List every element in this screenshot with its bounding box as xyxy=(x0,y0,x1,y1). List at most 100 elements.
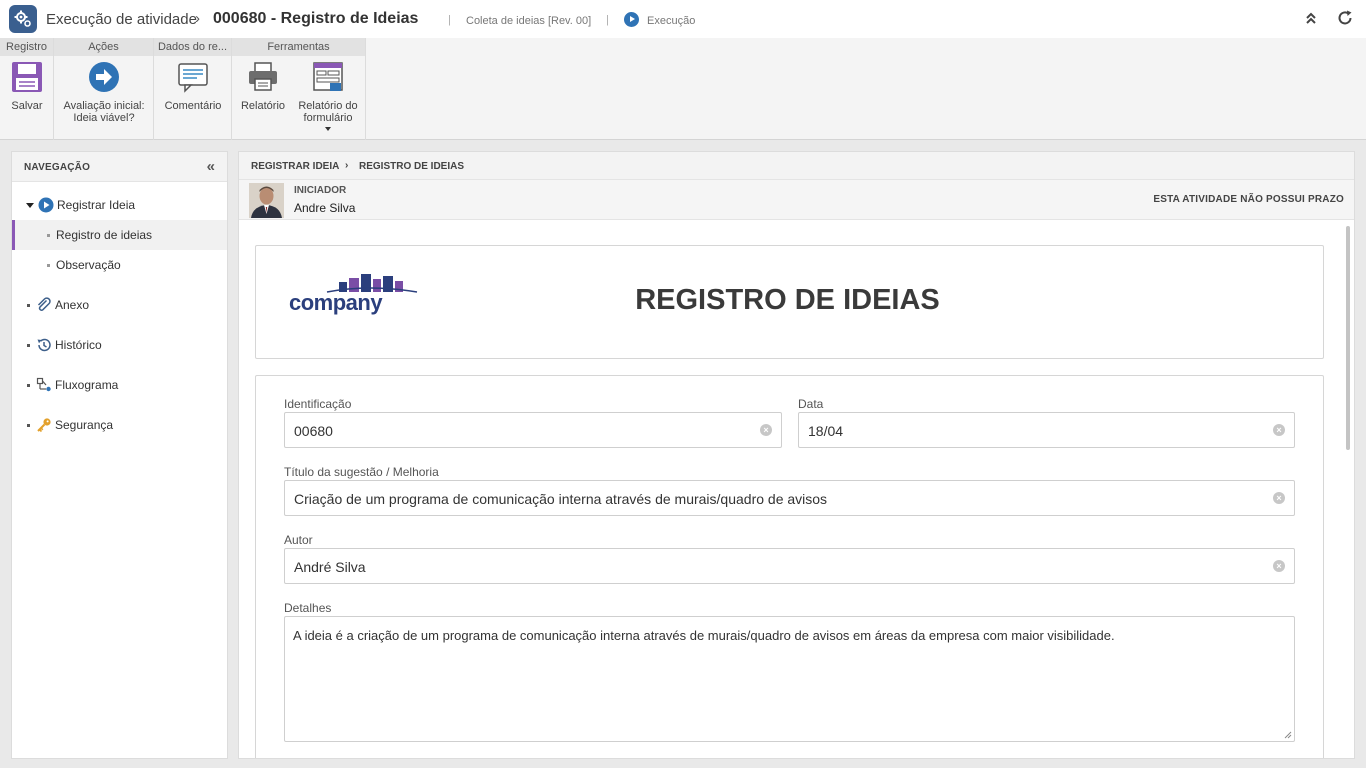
field-label-detalhes: Detalhes xyxy=(284,601,332,615)
record-title: 000680 - Registro de Ideias xyxy=(213,10,419,27)
comment-button[interactable]: Comentário xyxy=(158,60,228,112)
ribbon-group-label: Ferramentas xyxy=(232,38,365,56)
title-bar: Execução de atividade › 000680 - Registr… xyxy=(0,0,1366,38)
navigation-header: NAVEGAÇÃO « xyxy=(12,152,227,182)
bullet-icon xyxy=(47,233,50,237)
report-button-label: Relatório xyxy=(240,100,286,112)
clear-icon[interactable]: × xyxy=(1273,424,1285,436)
header-separator: | xyxy=(448,14,451,26)
bullet-icon xyxy=(27,303,30,307)
form-card: Identificação 00680 × Data 18/04 × Títul… xyxy=(255,375,1324,758)
evaluate-idea-button[interactable]: Avaliação inicial: Ideia viável? xyxy=(58,60,150,124)
deadline-notice: ESTA ATIVIDADE NÃO POSSUI PRAZO xyxy=(1153,194,1344,205)
nav-item-label: Anexo xyxy=(55,298,90,312)
refresh-icon[interactable] xyxy=(1336,9,1354,27)
ribbon-group-label: Dados do re... xyxy=(154,38,231,56)
initiator-label: INICIADOR xyxy=(294,185,347,196)
scrollbar[interactable] xyxy=(1346,226,1350,450)
form-scroll-area[interactable]: company REGISTRO DE IDEIAS Identificação… xyxy=(239,220,1354,758)
data-field[interactable]: 18/04 × xyxy=(798,412,1295,448)
ribbon-group-ferramentas: Ferramentas Relatório Relatório do formu… xyxy=(232,38,366,140)
initiator-bar: INICIADOR Andre Silva ESTA ATIVIDADE NÃO… xyxy=(239,180,1354,220)
caret-down-icon[interactable] xyxy=(26,202,34,208)
nav-item-historico[interactable]: Histórico xyxy=(12,330,227,360)
nav-item-label: Registro de ideias xyxy=(56,228,153,242)
ribbon-group-label: Ações xyxy=(54,38,153,56)
titulo-field[interactable]: Criação de um programa de comunicação in… xyxy=(284,480,1295,516)
bullet-icon xyxy=(27,383,30,387)
identificacao-value: 00680 xyxy=(294,423,333,439)
chevron-right-icon: › xyxy=(345,160,349,171)
clear-icon[interactable]: × xyxy=(760,424,772,436)
form-title: REGISTRO DE IDEIAS xyxy=(256,284,1323,317)
nav-item-observacao[interactable]: Observação xyxy=(12,250,227,280)
history-icon xyxy=(36,337,52,353)
form-title-text: REGISTRO DE IDEIAS xyxy=(635,284,940,316)
double-chevron-left-icon[interactable]: « xyxy=(207,158,215,175)
form-report-label-line1: Relatório do xyxy=(298,100,358,112)
app-title: Execução de atividade xyxy=(46,11,197,28)
evaluate-idea-label-line1: Avaliação inicial: xyxy=(63,100,145,112)
autor-value: André Silva xyxy=(294,559,366,575)
data-value: 18/04 xyxy=(808,423,844,439)
autor-field[interactable]: André Silva × xyxy=(284,548,1295,584)
ribbon-toolbar: Registro Salvar Ações Avaliação inicial:… xyxy=(0,38,1366,140)
content-panel: REGISTRAR IDEIA › REGISTRO DE IDEIAS INI… xyxy=(238,151,1355,759)
ribbon-group-label: Registro xyxy=(0,38,53,56)
form-report-icon xyxy=(311,60,345,94)
play-circle-icon xyxy=(624,12,639,27)
nav-item-registrar-ideia[interactable]: Registrar Ideia xyxy=(12,190,227,220)
header-separator: | xyxy=(606,14,609,26)
evaluate-idea-label-line2: Ideia viável? xyxy=(73,112,135,124)
titulo-value: Criação de um programa de comunicação in… xyxy=(294,491,828,507)
flowchart-icon xyxy=(36,377,52,393)
detalhes-textarea[interactable]: A ideia é a criação de um programa de co… xyxy=(284,616,1295,742)
nav-item-label: Registrar Ideia xyxy=(57,198,136,212)
breadcrumb-item[interactable]: REGISTRAR IDEIA xyxy=(251,161,339,172)
dropdown-caret-icon[interactable] xyxy=(325,127,331,131)
comment-button-label: Comentário xyxy=(164,100,222,112)
arrow-right-circle-icon xyxy=(87,60,121,94)
save-button-label: Salvar xyxy=(11,100,43,112)
bullet-icon xyxy=(47,263,50,267)
comment-icon xyxy=(176,60,210,94)
detalhes-value: A ideia é a criação de um programa de co… xyxy=(293,628,1115,643)
form-report-label-line2: formulário xyxy=(303,112,353,124)
nav-item-label: Fluxograma xyxy=(55,378,119,392)
nav-item-anexo[interactable]: Anexo xyxy=(12,290,227,320)
status-text: Execução xyxy=(647,15,696,27)
process-name: Coleta de ideias [Rev. 00] xyxy=(466,15,592,27)
bullet-icon xyxy=(27,423,30,427)
navigation-panel: NAVEGAÇÃO « Registrar Ideia Registro de … xyxy=(11,151,228,759)
save-button[interactable]: Salvar xyxy=(2,60,52,112)
nav-item-label: Segurança xyxy=(55,418,114,432)
identificacao-field[interactable]: 00680 × xyxy=(284,412,782,448)
resize-grip-icon[interactable] xyxy=(1284,731,1292,739)
breadcrumb: REGISTRAR IDEIA › REGISTRO DE IDEIAS xyxy=(239,152,1354,180)
clear-icon[interactable]: × xyxy=(1273,492,1285,504)
nav-item-registro-de-ideias[interactable]: Registro de ideias xyxy=(12,220,227,250)
floppy-disk-icon xyxy=(10,60,44,94)
ribbon-group-registro: Registro Salvar xyxy=(0,38,54,140)
play-circle-icon xyxy=(38,197,54,213)
avatar xyxy=(249,183,284,218)
initiator-name: Andre Silva xyxy=(294,201,356,215)
paperclip-icon xyxy=(36,297,52,313)
nav-item-label: Observação xyxy=(56,258,121,272)
report-button[interactable]: Relatório xyxy=(236,60,290,112)
field-label-data: Data xyxy=(798,397,824,411)
form-report-button[interactable]: Relatório do formulário xyxy=(294,60,362,131)
gears-icon xyxy=(9,5,37,33)
nav-item-label: Histórico xyxy=(55,338,102,352)
nav-item-seguranca[interactable]: Segurança xyxy=(12,410,227,440)
navigation-title: NAVEGAÇÃO xyxy=(24,162,91,173)
nav-item-fluxograma[interactable]: Fluxograma xyxy=(12,370,227,400)
bullet-icon xyxy=(27,343,30,347)
collapse-up-icon[interactable] xyxy=(1303,11,1319,27)
breadcrumb-item: REGISTRO DE IDEIAS xyxy=(359,161,465,172)
form-header-card: company REGISTRO DE IDEIAS xyxy=(255,245,1324,359)
field-label-titulo: Título da sugestão / Melhoria xyxy=(284,465,439,479)
chevron-right-icon: › xyxy=(195,10,200,27)
clear-icon[interactable]: × xyxy=(1273,560,1285,572)
ribbon-group-acoes: Ações Avaliação inicial: Ideia viável? xyxy=(54,38,154,140)
